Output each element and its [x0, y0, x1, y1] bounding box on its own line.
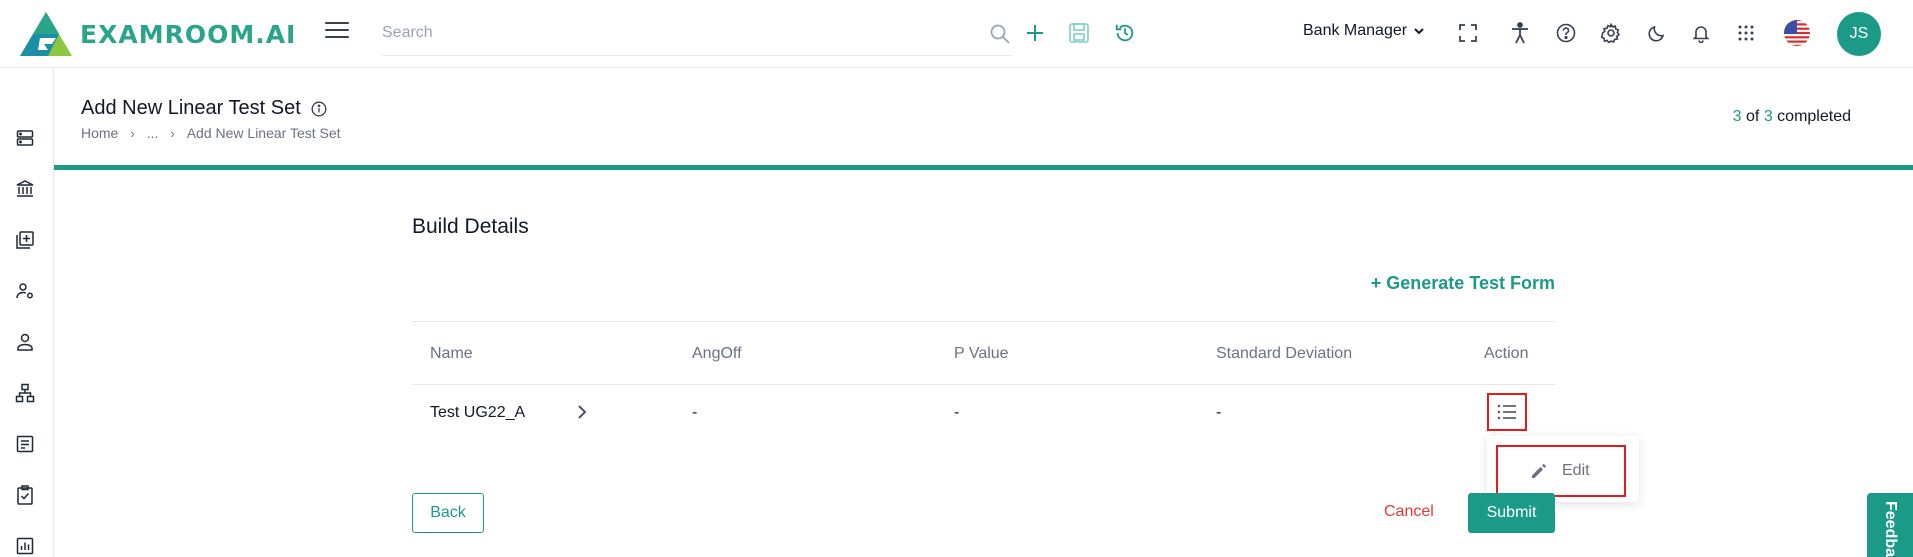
- column-header-p-value: P Value: [954, 345, 1009, 362]
- column-header-name: Name: [430, 345, 473, 362]
- chevron-down-icon: [1414, 28, 1424, 35]
- breadcrumb-current: Add New Linear Test Set: [186, 125, 341, 141]
- info-icon[interactable]: [311, 101, 327, 117]
- role-label: Bank Manager: [1303, 22, 1408, 39]
- column-header-std-dev: Standard Deviation: [1216, 345, 1353, 362]
- clipboard-check-icon[interactable]: [13, 483, 37, 507]
- role-dropdown[interactable]: Bank Manager: [1303, 22, 1425, 40]
- breadcrumb-home[interactable]: Home: [81, 125, 118, 141]
- edit-menu-item[interactable]: Edit: [1496, 445, 1626, 497]
- table-header: Name AngOff P Value Standard Deviation A…: [412, 321, 1555, 385]
- page-header: Add New Linear Test Set Home › ... › Add…: [54, 68, 1913, 170]
- row-angoff: -: [692, 404, 698, 421]
- back-button[interactable]: Back: [412, 493, 484, 533]
- settings-gear-icon[interactable]: [1598, 20, 1624, 46]
- section-title: Build Details: [412, 215, 529, 238]
- progress-status: 3 of 3 completed: [1733, 108, 1851, 126]
- dark-mode-moon-icon[interactable]: [1644, 20, 1670, 46]
- top-bar: EXAMROOM.AI Bank Manager: [0, 0, 1913, 68]
- user-icon[interactable]: [13, 330, 37, 354]
- page-title: Add New Linear Test Set: [81, 97, 327, 120]
- column-header-angoff: AngOff: [692, 345, 742, 362]
- add-icon[interactable]: [1022, 20, 1048, 46]
- us-flag-icon[interactable]: [1783, 19, 1811, 47]
- server-icon[interactable]: [13, 126, 37, 150]
- edit-label: Edit: [1562, 462, 1590, 479]
- feedback-label: Feedback: [1882, 501, 1899, 557]
- progress-completed: completed: [1777, 108, 1851, 125]
- accessibility-icon[interactable]: [1507, 20, 1533, 46]
- list-document-icon[interactable]: [13, 432, 37, 456]
- row-action-button[interactable]: [1487, 393, 1527, 431]
- save-icon[interactable]: [1066, 20, 1092, 46]
- pencil-icon: [1532, 464, 1546, 478]
- user-settings-icon[interactable]: [13, 279, 37, 303]
- logo-mark-icon: [20, 12, 72, 56]
- build-table: Name AngOff P Value Standard Deviation A…: [412, 321, 1555, 431]
- logo-text: EXAMROOM.AI: [80, 19, 297, 49]
- row-p-value: -: [954, 404, 960, 421]
- page-title-text: Add New Linear Test Set: [81, 97, 301, 119]
- hierarchy-icon[interactable]: [13, 381, 37, 405]
- add-document-icon[interactable]: [13, 228, 37, 252]
- history-icon[interactable]: [1112, 20, 1138, 46]
- search-input[interactable]: [382, 18, 942, 48]
- breadcrumb: Home › ... › Add New Linear Test Set: [81, 125, 341, 141]
- bank-icon[interactable]: [13, 177, 37, 201]
- cancel-button[interactable]: Cancel: [1384, 503, 1434, 521]
- fullscreen-icon[interactable]: [1455, 20, 1481, 46]
- generate-test-form-link[interactable]: + Generate Test Form: [1371, 273, 1555, 294]
- search-bar: [382, 18, 1012, 56]
- notification-bell-icon[interactable]: [1688, 20, 1714, 46]
- apps-grid-icon[interactable]: [1733, 20, 1759, 46]
- submit-button[interactable]: Submit: [1468, 493, 1555, 533]
- progress-of: of: [1746, 108, 1760, 125]
- user-avatar[interactable]: JS: [1837, 12, 1881, 56]
- progress-bar: [54, 165, 1913, 170]
- sidebar: [0, 68, 54, 557]
- bar-chart-icon[interactable]: [13, 534, 37, 557]
- column-header-action: Action: [1484, 345, 1529, 362]
- breadcrumb-separator-icon: ›: [130, 125, 135, 141]
- logo[interactable]: EXAMROOM.AI: [18, 10, 296, 58]
- feedback-tab[interactable]: Feedback: [1867, 493, 1913, 557]
- breadcrumb-separator-icon: ›: [170, 125, 175, 141]
- search-icon[interactable]: [988, 22, 1012, 46]
- row-name: Test UG22_A: [430, 404, 526, 421]
- menu-toggle-button[interactable]: [325, 22, 349, 44]
- list-icon: [1497, 404, 1516, 420]
- help-icon[interactable]: [1553, 20, 1579, 46]
- chevron-right-icon[interactable]: [575, 404, 589, 420]
- row-std-dev: -: [1216, 404, 1222, 421]
- progress-current: 3: [1732, 108, 1742, 125]
- progress-total: 3: [1763, 108, 1773, 125]
- breadcrumb-ellipsis[interactable]: ...: [147, 125, 159, 141]
